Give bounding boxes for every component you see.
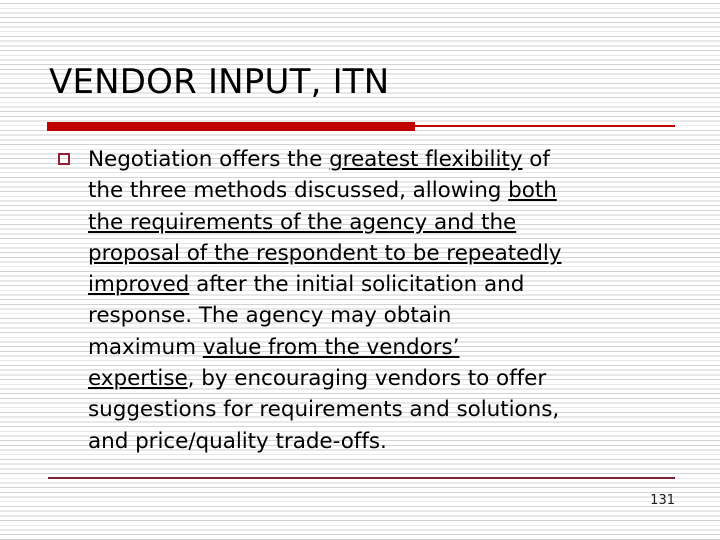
emphasized-text: proposal of the respondent to be repeate… (88, 240, 562, 266)
emphasized-text: expertise (88, 366, 188, 392)
title-divider (47, 121, 675, 132)
plain-text: response. The agency may obtain (88, 303, 452, 329)
emphasized-text: improved (88, 272, 190, 298)
plain-text: the three methods discussed, allowing (88, 178, 509, 204)
slide-title: VENDOR INPUT, ITN (49, 62, 390, 102)
bullet-list-item: Negotiation offers the greatest flexibil… (56, 144, 676, 457)
plain-text: of (522, 147, 550, 172)
plain-text: after the initial solicitation and (189, 272, 525, 298)
title-divider-thin-line (415, 125, 675, 127)
emphasized-text: value from the vendors’ (202, 334, 460, 360)
plain-text: suggestions for requirements and solutio… (88, 397, 560, 423)
page-number: 131 (650, 493, 675, 508)
plain-text: maximum (88, 334, 203, 360)
bullet-text-line: the three methods discussed, allowing bo… (88, 175, 676, 206)
bullet-text-line: maximum value from the vendors’ (88, 332, 676, 363)
title-divider-accent-bar (47, 122, 415, 131)
slide-body: Negotiation offers the greatest flexibil… (56, 144, 676, 457)
hollow-square-bullet-icon (58, 153, 70, 165)
plain-text: and price/quality trade-offs. (88, 428, 387, 454)
bullet-text-line: response. The agency may obtain (88, 300, 676, 331)
footer-divider (48, 477, 675, 479)
emphasized-text: both (508, 178, 557, 204)
plain-text: Negotiation offers the (88, 147, 330, 172)
bullet-text-line: proposal of the respondent to be repeate… (88, 238, 676, 269)
slide-canvas: VENDOR INPUT, ITN Negotiation offers the… (0, 0, 720, 540)
bullet-text-line: improved after the initial solicitation … (88, 269, 676, 300)
bullet-text-line: expertise, by encouraging vendors to off… (88, 363, 676, 394)
bullet-text-line: suggestions for requirements and solutio… (88, 394, 676, 425)
bullet-text-line: the requirements of the agency and the (88, 207, 676, 238)
bullet-text-line: and price/quality trade-offs. (88, 426, 676, 457)
bullet-text-line: Negotiation offers the greatest flexibil… (88, 144, 676, 175)
bullet-item-text: Negotiation offers the greatest flexibil… (88, 144, 676, 457)
plain-text: , by encouraging vendors to offer (187, 366, 547, 392)
emphasized-text: the requirements of the agency and the (88, 209, 517, 235)
emphasized-text: greatest flexibility (329, 147, 523, 172)
